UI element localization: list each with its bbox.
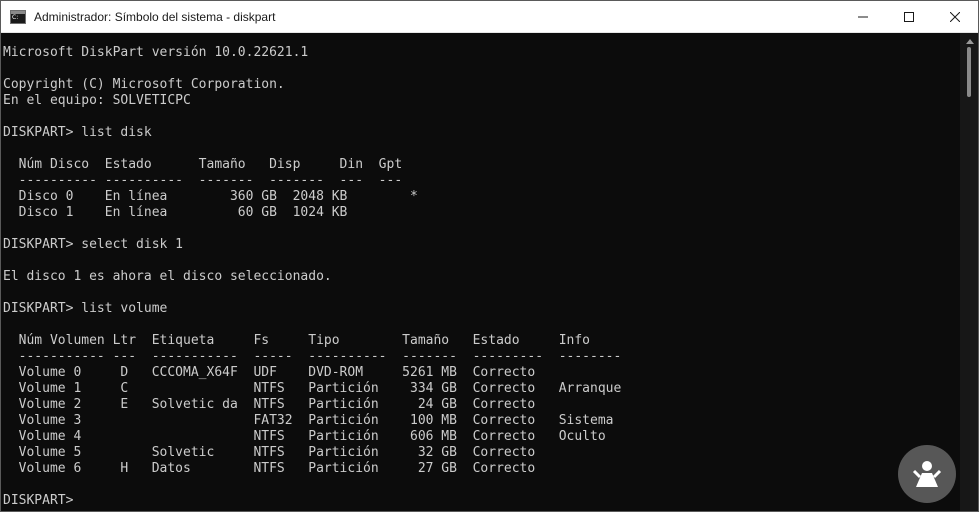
close-icon [950,11,960,22]
console-output[interactable]: Microsoft DiskPart versión 10.0.22621.1 C… [1,33,960,511]
maximize-icon [904,11,914,22]
console-window: Administrador: Símbolo del sistema - dis… [0,0,979,512]
console-line: ---------- ---------- ------- ------- --… [3,173,403,188]
scroll-thumb[interactable] [967,47,971,97]
console-line: El disco 1 es ahora el disco seleccionad… [3,269,332,284]
console-line: DISKPART> select disk 1 [3,237,184,252]
window-controls [840,1,978,32]
vertical-scrollbar[interactable] [960,33,978,511]
console-line: Volume 6 H Datos NTFS Partición 27 GB Co… [3,461,536,476]
console-line: Volume 3 FAT32 Partición 100 MB Correcto… [3,413,614,428]
console-line: Copyright (C) Microsoft Corporation. [3,77,285,92]
console-line: Microsoft DiskPart versión 10.0.22621.1 [3,45,309,60]
scroll-up-arrow-icon[interactable] [966,39,974,44]
minimize-icon [858,16,868,17]
console-line: Volume 5 Solvetic NTFS Partición 32 GB C… [3,445,536,460]
solvetic-logo-icon [912,461,942,487]
console-line: DISKPART> [3,493,82,508]
close-button[interactable] [932,1,978,32]
console-line: En el equipo: SOLVETICPC [3,93,191,108]
console-line: DISKPART> list disk [3,125,152,140]
minimize-button[interactable] [840,1,886,32]
window-title: Administrador: Símbolo del sistema - dis… [34,9,276,24]
console-line: Volume 0 D CCCOMA_X64F UDF DVD-ROM 5261 … [3,365,536,380]
console-line: Núm Volumen Ltr Etiqueta Fs Tipo Tamaño … [3,333,590,348]
console-line: Volume 1 C NTFS Partición 334 GB Correct… [3,381,622,396]
console-line: Volume 4 NTFS Partición 606 MB Correcto … [3,429,606,444]
console-line: Volume 2 E Solvetic da NTFS Partición 24… [3,397,536,412]
console-line: Núm Disco Estado Tamaño Disp Din Gpt [3,157,403,172]
console-line: DISKPART> list volume [3,301,168,316]
console-line: Disco 0 En línea 360 GB 2048 KB * [3,189,418,204]
console-line: ----------- --- ----------- ----- ------… [3,349,622,364]
title-bar[interactable]: Administrador: Símbolo del sistema - dis… [1,1,978,33]
solvetic-logo [898,445,956,503]
maximize-button[interactable] [886,1,932,32]
cmd-icon [10,9,26,24]
console-line: Disco 1 En línea 60 GB 1024 KB [3,205,348,220]
